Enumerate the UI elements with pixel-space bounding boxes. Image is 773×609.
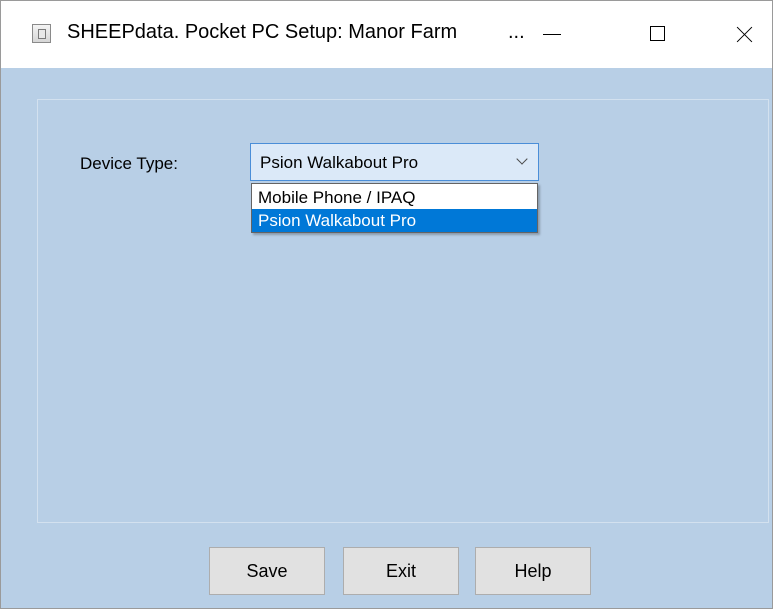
maximize-icon[interactable] bbox=[634, 13, 680, 55]
exit-button[interactable]: Exit bbox=[343, 547, 459, 595]
minimize-icon[interactable] bbox=[527, 13, 573, 55]
setup-window: SHEEPdata. Pocket PC Setup: Manor Farm .… bbox=[0, 0, 773, 609]
exit-button-label: Exit bbox=[385, 561, 416, 581]
save-button[interactable]: Save bbox=[209, 547, 325, 595]
close-icon[interactable] bbox=[721, 13, 767, 55]
title-bar[interactable]: SHEEPdata. Pocket PC Setup: Manor Farm .… bbox=[1, 1, 772, 68]
device-type-dropdown: Mobile Phone / IPAQ Psion Walkabout Pro bbox=[251, 183, 538, 233]
device-type-label: Device Type: bbox=[80, 154, 178, 173]
window-title: SHEEPdata. Pocket PC Setup: Manor Farm bbox=[67, 21, 458, 43]
device-type-value: Psion Walkabout Pro bbox=[260, 153, 419, 172]
title-ellipsis: ... bbox=[508, 21, 525, 43]
chevron-down-icon[interactable] bbox=[516, 153, 528, 165]
app-icon[interactable] bbox=[32, 24, 51, 43]
save-button-label: Save bbox=[246, 561, 288, 581]
help-button[interactable]: Help bbox=[475, 547, 591, 595]
device-type-select[interactable]: Psion Walkabout Pro bbox=[250, 143, 539, 181]
dropdown-option-psion-walkabout[interactable]: Psion Walkabout Pro bbox=[252, 209, 537, 232]
dropdown-option-mobile-phone[interactable]: Mobile Phone / IPAQ bbox=[252, 186, 537, 209]
help-button-label: Help bbox=[514, 561, 552, 581]
